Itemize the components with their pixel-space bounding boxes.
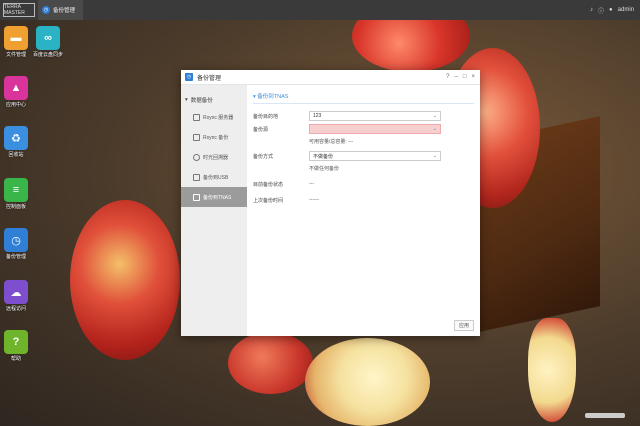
chevron-down-icon: ▾	[185, 97, 188, 103]
topbar-tray: ♪ ⓘ ● admin	[590, 6, 634, 15]
source-label: 备份源	[253, 126, 269, 133]
form-row-mode: 备份方式 不做备份 ⌄	[253, 150, 474, 162]
window-titlebar[interactable]: ◷ 备份管理 ? – □ ×	[181, 70, 480, 85]
bell-icon[interactable]: ♪	[590, 7, 593, 13]
maximize-button[interactable]: □	[463, 74, 467, 80]
chevron-down-icon: ⌄	[432, 126, 437, 132]
form-row-status: 目前备份状态 ---	[253, 178, 474, 190]
clock-icon: ◷	[42, 6, 50, 14]
chevron-down-icon: ⌄	[432, 113, 437, 119]
clock-icon: ◷	[185, 73, 193, 81]
brand-logo[interactable]: TERRA MASTER	[3, 3, 35, 17]
desktop-icon-file-manager[interactable]: ▬ 文件管理	[0, 26, 32, 58]
target-select[interactable]: 123 ⌄	[309, 111, 441, 121]
desktop-icon-baidu-sync[interactable]: ∞ 百度云盘同步	[32, 26, 64, 58]
mode-note: 不做任何备份	[309, 166, 340, 172]
mode-label: 备份方式	[253, 153, 274, 160]
taskbar-tab-label: 备份管理	[53, 8, 76, 14]
source-select[interactable]: ⌄	[309, 124, 441, 134]
desktop-icon-remote-access[interactable]: ☁ 远程访问	[0, 280, 32, 312]
form-row-target: 备份目的地 123 ⌄	[253, 110, 474, 122]
minimize-button[interactable]: –	[455, 74, 458, 80]
clock-icon: ◷	[4, 228, 28, 252]
desktop-icon-app-center[interactable]: ▲ 应用中心	[0, 76, 32, 108]
section-title: ▾ 备份到TNAS	[253, 92, 474, 104]
form-row-source: 备份源 ⌄	[253, 123, 474, 135]
target-label: 备份目的地	[253, 113, 279, 120]
window-controls: ? – □ ×	[446, 74, 475, 80]
wallpaper-apple-slice	[528, 318, 576, 422]
folder-icon: ▬	[4, 26, 28, 50]
nas-icon	[193, 193, 200, 201]
mode-select[interactable]: 不做备份 ⌄	[309, 151, 441, 161]
cloud-sync-icon: ∞	[36, 26, 60, 50]
capacity-note: 可用容量/总容量: ---	[309, 139, 354, 145]
last-time-label: 上次备份时间	[253, 197, 284, 204]
recycle-icon: ♻	[4, 126, 28, 150]
username[interactable]: admin	[618, 7, 634, 13]
status-value: ---	[309, 181, 314, 187]
desktop-icon-help[interactable]: ? 帮助	[0, 330, 32, 362]
server-icon	[193, 113, 200, 121]
wallpaper-apple	[70, 200, 180, 360]
sidebar-item-time-machine[interactable]: 时光回溯器	[181, 147, 247, 167]
info-icon[interactable]: ⓘ	[598, 6, 604, 15]
sidebar-item-rsync-backup[interactable]: Rsync 备份	[181, 127, 247, 147]
sidebar-item-rsync-server[interactable]: Rsync 服务器	[181, 107, 247, 127]
sidebar-group-header[interactable]: ▾ 数据备份	[181, 93, 247, 107]
wallpaper-apple	[228, 332, 313, 394]
taskbar-tab-backup[interactable]: ◷ 备份管理	[38, 0, 84, 20]
history-icon	[193, 153, 200, 161]
desktop-icon-recycle-bin[interactable]: ♻ 回收站	[0, 126, 32, 158]
help-button[interactable]: ?	[446, 74, 449, 80]
window-title: 备份管理	[197, 75, 222, 82]
status-label: 目前备份状态	[253, 181, 284, 188]
apply-button[interactable]: 应用	[454, 320, 474, 331]
desktop-icon-backup[interactable]: ◷ 备份管理	[0, 228, 32, 260]
window-body: ▾ 数据备份 Rsync 服务器 Rsync 备份 时光回溯器 备份到USB 备…	[181, 85, 480, 336]
last-time-value: ------	[309, 197, 319, 203]
sliders-icon: ≡	[4, 178, 28, 202]
form-row-last-time: 上次备份时间 ------	[253, 194, 474, 206]
main-content: ▾ 备份到TNAS 备份目的地 123 ⌄ 备份源 ⌄ 可用容量/总容量: --…	[247, 85, 480, 336]
backup-manager-window: ◷ 备份管理 ? – □ × ▾ 数据备份 Rsync 服务器 Rsync 备份	[181, 70, 480, 336]
question-icon: ?	[4, 330, 28, 354]
sync-icon	[193, 133, 200, 141]
close-button[interactable]: ×	[471, 74, 475, 80]
shopping-bag-icon: ▲	[4, 76, 28, 100]
chevron-down-icon: ▾	[253, 94, 256, 100]
desktop-scrollbar[interactable]	[585, 413, 625, 418]
wallpaper-apple-half	[305, 338, 430, 426]
sidebar-nav: ▾ 数据备份 Rsync 服务器 Rsync 备份 时光回溯器 备份到USB 备…	[181, 85, 247, 336]
sidebar-item-backup-usb[interactable]: 备份到USB	[181, 167, 247, 187]
usb-icon	[193, 173, 200, 181]
chevron-down-icon: ⌄	[432, 153, 437, 159]
cloud-icon: ☁	[4, 280, 28, 304]
user-icon[interactable]: ●	[609, 7, 613, 13]
sidebar-item-backup-tnas[interactable]: 备份到TNAS	[181, 187, 247, 207]
desktop-icon-control-panel[interactable]: ≡ 控制面板	[0, 178, 32, 210]
top-taskbar: TERRA MASTER ◷ 备份管理 ♪ ⓘ ● admin	[0, 0, 640, 20]
